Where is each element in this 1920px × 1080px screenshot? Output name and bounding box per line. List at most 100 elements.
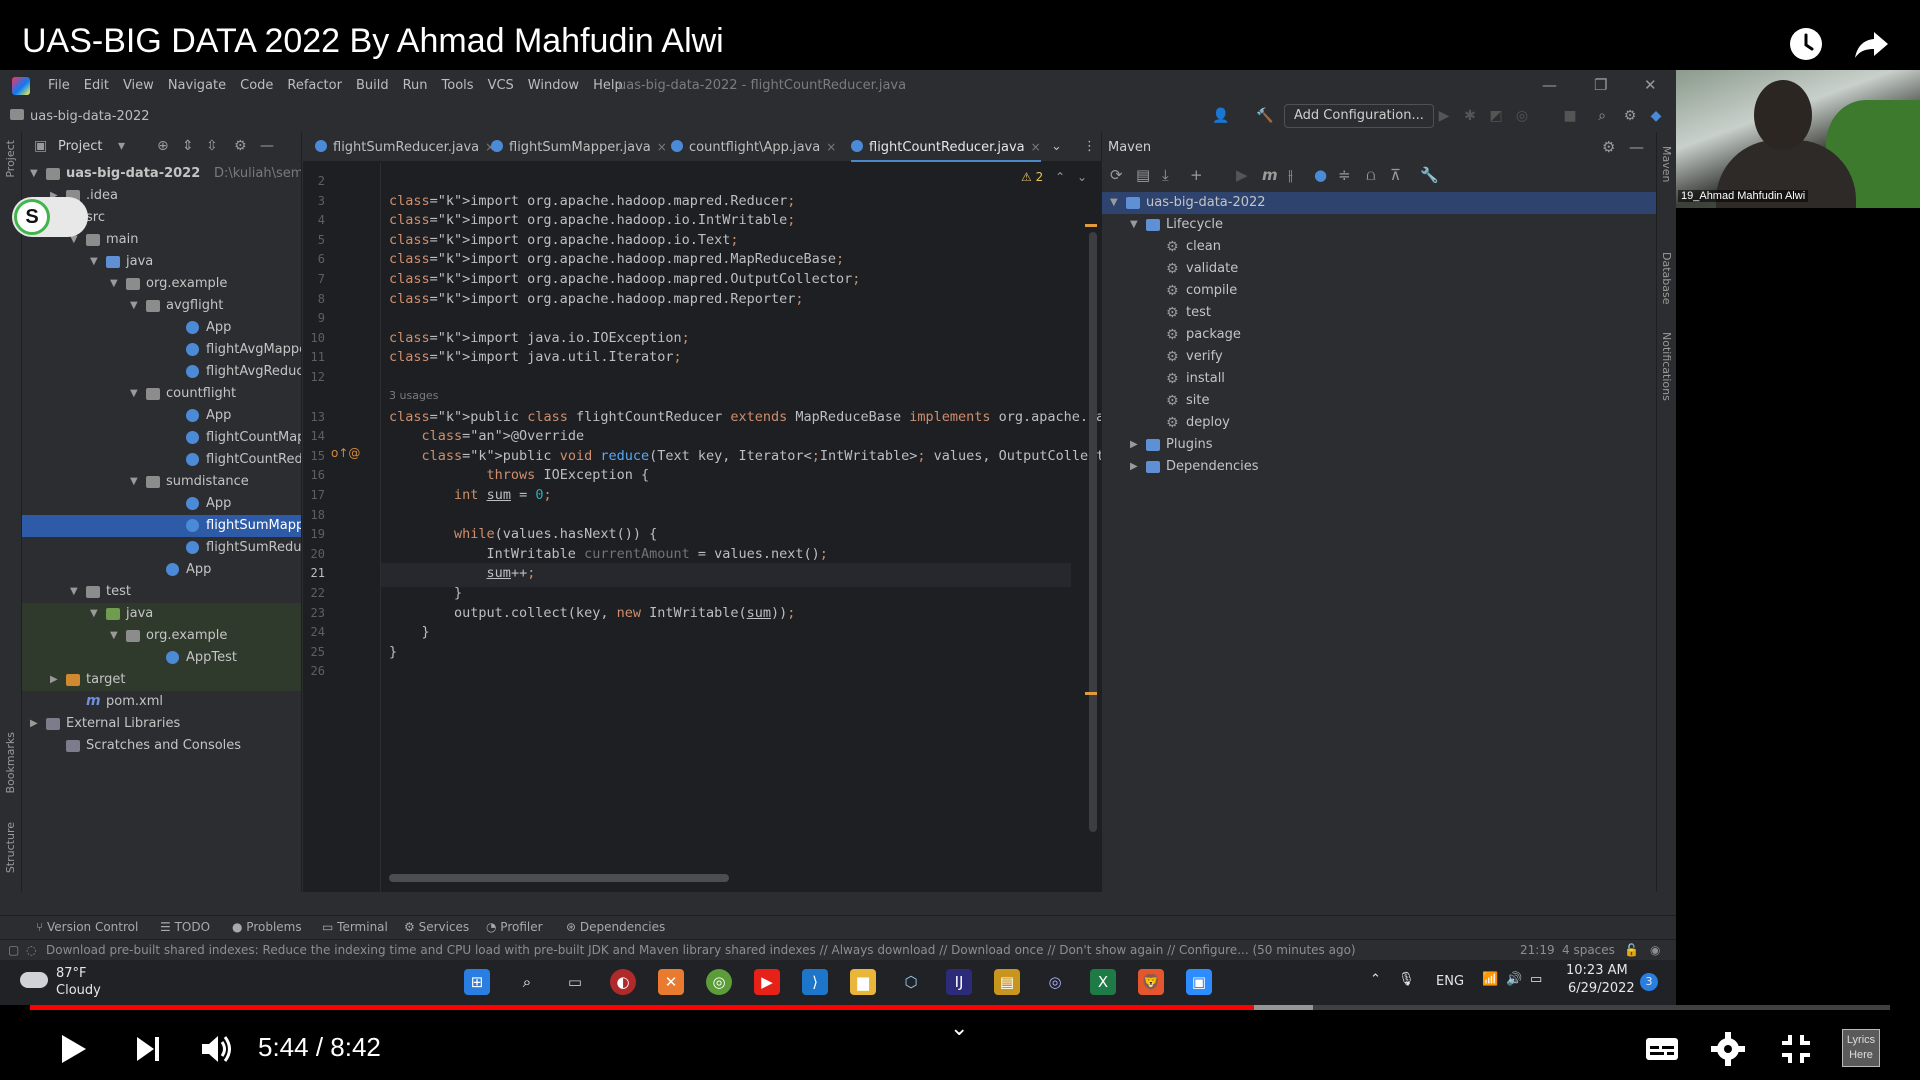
input-language[interactable]: ENG: [1436, 974, 1464, 989]
build-hammer-icon[interactable]: 🔨: [1256, 108, 1273, 124]
project-panel-title[interactable]: Project: [58, 139, 102, 154]
layout-icon[interactable]: ▢: [8, 943, 19, 957]
chevron-right-icon[interactable]: ▶: [50, 669, 62, 691]
maven-tree-item[interactable]: ⚙ package: [1102, 324, 1656, 346]
notifications-tool-label[interactable]: Notifications: [1660, 332, 1673, 401]
bookmarks-tool-label[interactable]: Bookmarks: [4, 732, 17, 793]
caret-position[interactable]: 21:19: [1520, 943, 1555, 957]
tool-tab-profiler[interactable]: ◔ Profiler: [486, 920, 543, 934]
tab-menu-icon[interactable]: ⋮: [1083, 132, 1096, 162]
chevron-down-icon[interactable]: ▼: [90, 603, 102, 625]
code-line[interactable]: class="k">public void reduce(Text key, I…: [389, 446, 1101, 466]
zoom-icon[interactable]: ▣: [1186, 969, 1212, 995]
xampp-icon[interactable]: ✕: [658, 969, 684, 995]
s-toggle-switch[interactable]: S: [12, 197, 88, 237]
chevron-down-icon[interactable]: ▼: [1110, 192, 1122, 214]
tool-tab-todo[interactable]: ☰ TODO: [160, 920, 210, 934]
editor-vertical-scrollbar[interactable]: [1089, 232, 1097, 832]
tool-tab-version-control[interactable]: ⑂ Version Control: [36, 920, 138, 934]
tree-item[interactable]: AppTest: [22, 647, 301, 669]
code-line[interactable]: class="an">@Override: [389, 426, 585, 446]
editor-tab[interactable]: flightSumReducer.java×: [315, 132, 495, 162]
tree-item[interactable]: ▼ java: [22, 603, 301, 625]
chevron-down-icon[interactable]: ▼: [1130, 214, 1142, 236]
share-icon[interactable]: [1850, 22, 1894, 66]
minimize-icon[interactable]: —: [1542, 76, 1557, 94]
chevron-down-icon[interactable]: ▼: [110, 625, 122, 647]
tool-tab-problems[interactable]: ● Problems: [232, 920, 302, 934]
tab-overflow-chevron-icon[interactable]: ⌄: [1051, 132, 1062, 162]
code-line[interactable]: sum++;: [389, 563, 536, 583]
maven-goal-icon[interactable]: m: [1262, 166, 1278, 184]
wrench-icon[interactable]: 🔧: [1420, 166, 1439, 184]
task-view-icon[interactable]: ▭: [562, 969, 588, 995]
tree-item[interactable]: ▼ org.example: [22, 273, 301, 295]
maven-tool-label[interactable]: Maven: [1660, 146, 1673, 182]
tree-item[interactable]: App: [22, 317, 301, 339]
user-icon[interactable]: 👤: [1212, 108, 1229, 124]
code-line[interactable]: class="k">import java.io.IOException;: [389, 328, 690, 348]
code-editor[interactable]: flightSumReducer.java×flightSumMapper.ja…: [303, 132, 1101, 892]
warning-indicator[interactable]: ⚠ 2 ⌃ ⌄: [1021, 170, 1087, 184]
menu-item-view[interactable]: View: [123, 78, 154, 93]
tree-item[interactable]: ▼ uas-big-data-2022 D:\kuliah\semester: [22, 163, 301, 185]
code-line[interactable]: class="k">import org.apache.hadoop.io.Te…: [389, 230, 739, 250]
close-tab-icon[interactable]: ×: [657, 140, 667, 154]
chevron-down-icon[interactable]: ⌄: [950, 1015, 968, 1041]
maven-tree-item[interactable]: ⚙ verify: [1102, 346, 1656, 368]
tree-item[interactable]: ▼ java: [22, 251, 301, 273]
wifi-icon[interactable]: 📶: [1482, 972, 1498, 987]
chevron-down-icon[interactable]: ▼: [30, 163, 42, 185]
file-explorer-icon[interactable]: ▆: [850, 969, 876, 995]
exit-fullscreen-icon[interactable]: [1776, 1029, 1816, 1069]
menu-item-file[interactable]: File: [48, 78, 70, 93]
tree-item[interactable]: flightSumReducer: [22, 537, 301, 559]
maven-tree-item[interactable]: ▼ uas-big-data-2022: [1102, 192, 1656, 214]
code-line[interactable]: throws IOException {: [389, 465, 650, 485]
tree-item[interactable]: ▼ test: [22, 581, 301, 603]
generate-sources-icon[interactable]: ▤: [1136, 166, 1150, 184]
add-configuration-button[interactable]: Add Configuration...: [1284, 104, 1434, 128]
menu-item-refactor[interactable]: Refactor: [287, 78, 342, 93]
indent-setting[interactable]: 4 spaces: [1562, 943, 1615, 957]
jetbrains-icon[interactable]: ◆: [1648, 108, 1664, 124]
chevron-down-icon[interactable]: ▼: [130, 383, 142, 405]
collapse-all-icon[interactable]: ⇳: [206, 138, 218, 154]
warning-stripe-mark[interactable]: [1085, 692, 1097, 695]
code-line[interactable]: int sum = 0;: [389, 485, 552, 505]
lyrics-here-button[interactable]: Lyrics Here: [1842, 1029, 1880, 1067]
video-frame[interactable]: File Edit View Navigate Code Refactor Build Run…: [0, 70, 1920, 1005]
tree-item[interactable]: ▼ org.example: [22, 625, 301, 647]
virtualbox-icon[interactable]: ⬡: [898, 969, 924, 995]
menu-item-build[interactable]: Build: [356, 78, 389, 93]
code-line[interactable]: }: [389, 622, 430, 642]
clock-time[interactable]: 10:23 AM: [1566, 963, 1628, 978]
clock-date[interactable]: 6/29/2022: [1568, 981, 1635, 996]
subtitles-icon[interactable]: [1642, 1029, 1682, 1069]
gear-icon[interactable]: ⚙: [1602, 138, 1615, 156]
chevron-down-icon[interactable]: ▼: [70, 581, 82, 603]
maven-tree-item[interactable]: ⚙ validate: [1102, 258, 1656, 280]
tree-item[interactable]: ▶ target: [22, 669, 301, 691]
override-marker-icon[interactable]: o↑@: [331, 446, 360, 460]
project-tool-label[interactable]: Project: [4, 140, 17, 178]
microphone-icon[interactable]: 🎙: [1398, 972, 1415, 987]
volume-icon[interactable]: [196, 1029, 236, 1069]
gear-icon[interactable]: ⚙: [234, 138, 247, 154]
tray-chevron-icon[interactable]: ⌃: [1370, 972, 1381, 987]
warning-stripe-mark[interactable]: [1085, 224, 1097, 227]
restore-icon[interactable]: ❐: [1594, 76, 1607, 94]
reload-icon[interactable]: ⟳: [1110, 166, 1123, 184]
code-line[interactable]: IntWritable currentAmount = values.next(…: [389, 544, 828, 564]
profile-icon[interactable]: ◎: [1514, 108, 1530, 124]
editor-tab[interactable]: flightSumMapper.java ×: [491, 132, 667, 162]
show-deps-icon[interactable]: ⩍: [1366, 166, 1376, 184]
skip-tests-icon[interactable]: ●: [1314, 166, 1327, 184]
tree-item[interactable]: Scratches and Consoles: [22, 735, 301, 757]
notification-badge[interactable]: 3: [1640, 973, 1658, 991]
code-line[interactable]: }: [389, 642, 397, 662]
menu-item-run[interactable]: Run: [403, 78, 428, 93]
memory-indicator-icon[interactable]: ◉: [1650, 943, 1660, 957]
close-tab-icon[interactable]: ×: [1031, 140, 1041, 154]
add-icon[interactable]: +: [1190, 166, 1203, 184]
